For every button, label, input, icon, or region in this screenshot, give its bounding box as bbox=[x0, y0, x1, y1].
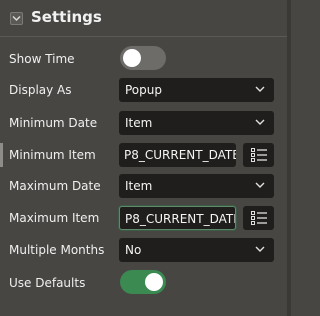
list-icon bbox=[251, 148, 267, 162]
show-time-toggle[interactable] bbox=[120, 46, 166, 70]
panel-title: Settings bbox=[31, 8, 102, 26]
maximum-item-input[interactable]: P8_CURRENT_DATE bbox=[119, 206, 236, 230]
multiple-months-select[interactable]: No bbox=[119, 238, 274, 262]
minimum-date-label: Minimum Date bbox=[9, 116, 98, 130]
multiple-months-row: Multiple Months No bbox=[0, 235, 287, 265]
collapse-toggle[interactable] bbox=[10, 12, 23, 25]
use-defaults-label: Use Defaults bbox=[9, 276, 86, 290]
panel-scroll-edge bbox=[287, 0, 291, 316]
show-time-label: Show Time bbox=[9, 52, 75, 66]
maximum-date-value: Item bbox=[125, 179, 153, 193]
multiple-months-label: Multiple Months bbox=[9, 243, 105, 257]
minimum-date-select[interactable]: Item bbox=[119, 111, 274, 135]
minimum-item-row: Minimum Item P8_CURRENT_DATE bbox=[0, 140, 287, 170]
multiple-months-value: No bbox=[125, 243, 142, 257]
settings-panel: Settings Show Time Display As Popup Mini… bbox=[0, 0, 288, 316]
chevron-down-icon bbox=[255, 119, 265, 125]
list-icon bbox=[251, 211, 267, 225]
minimum-date-row: Minimum Date Item bbox=[0, 108, 287, 138]
minimum-item-list-button[interactable] bbox=[243, 143, 274, 167]
maximum-item-row: Maximum Item P8_CURRENT_DATE bbox=[0, 203, 287, 233]
maximum-item-value: P8_CURRENT_DATE bbox=[125, 212, 236, 226]
toggle-knob bbox=[145, 273, 163, 291]
maximum-item-list-button[interactable] bbox=[243, 206, 274, 230]
maximum-date-select[interactable]: Item bbox=[119, 174, 274, 198]
maximum-date-label: Maximum Date bbox=[9, 179, 101, 193]
show-time-row: Show Time bbox=[0, 44, 287, 74]
chevron-down-icon bbox=[255, 86, 265, 92]
toggle-knob bbox=[123, 49, 141, 67]
required-marker bbox=[0, 143, 3, 167]
use-defaults-toggle[interactable] bbox=[120, 270, 166, 294]
minimum-item-input[interactable]: P8_CURRENT_DATE bbox=[119, 143, 236, 167]
display-as-value: Popup bbox=[125, 83, 162, 97]
use-defaults-row: Use Defaults bbox=[0, 268, 287, 298]
chevron-down-icon bbox=[255, 182, 265, 188]
maximum-item-label: Maximum Item bbox=[9, 211, 100, 225]
minimum-date-value: Item bbox=[125, 116, 153, 130]
minimum-item-label: Minimum Item bbox=[9, 148, 96, 162]
chevron-down-icon bbox=[255, 246, 265, 252]
minimum-item-value: P8_CURRENT_DATE bbox=[124, 148, 236, 162]
display-as-select[interactable]: Popup bbox=[119, 78, 274, 102]
maximum-date-row: Maximum Date Item bbox=[0, 171, 287, 201]
display-as-label: Display As bbox=[9, 83, 72, 97]
display-as-row: Display As Popup bbox=[0, 75, 287, 105]
chevron-down-icon bbox=[12, 15, 21, 22]
settings-header[interactable]: Settings bbox=[0, 0, 287, 37]
